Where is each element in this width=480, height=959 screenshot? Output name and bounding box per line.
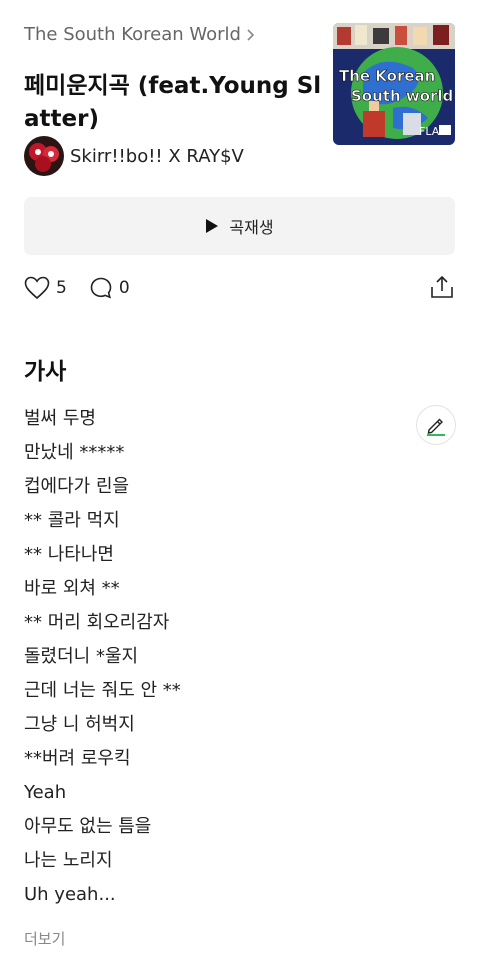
lyric-line: ** 머리 회오리감자 [24, 612, 170, 633]
lyric-line: Yeah [24, 782, 67, 803]
edit-lyrics-button[interactable] [416, 405, 456, 445]
comment-count: 0 [118, 278, 130, 298]
comment-icon [90, 277, 112, 299]
song-detail-page: The South Korean World 페미운지곡 (feat.Young… [0, 0, 480, 959]
artist-row[interactable]: Skirr!!bo!! X RAY$V [24, 136, 244, 176]
like-count: 5 [56, 278, 67, 298]
lyric-line: Uh yeah... [24, 884, 116, 905]
lyric-line: 그냥 니 허벅지 [24, 714, 135, 735]
lyric-line: 아무도 없는 틈을 [24, 816, 152, 837]
lyric-line: 근데 너는 줘도 안 ** [24, 680, 181, 701]
lyric-line: 바로 외쳐 ** [24, 578, 120, 599]
album-title: The South Korean World [24, 24, 241, 45]
lyric-line: 나는 노리지 [24, 850, 113, 871]
share-icon [431, 275, 453, 298]
play-button[interactable]: 곡재생 [24, 197, 455, 255]
artist-avatar [24, 136, 64, 176]
song-header: The South Korean World 페미운지곡 (feat.Young… [24, 22, 324, 136]
action-bar: 5 0 [24, 272, 455, 304]
play-icon [206, 219, 219, 233]
lyric-line: 만났네 ***** [24, 442, 125, 463]
like-button[interactable]: 5 [24, 276, 67, 300]
lyrics-body: 벌써 두명 만났네 ***** 컵에다가 린을 ** 콜라 먹지 ** 나타나면… [24, 402, 404, 912]
song-title: 페미운지곡 (feat.Young Slatter) [24, 73, 322, 132]
album-cover-art[interactable]: The Korean South world FLAC [333, 23, 455, 145]
lyric-line: 돌렸더니 *울지 [24, 646, 139, 667]
lyric-line: 벌써 두명 [24, 408, 96, 429]
lyric-line: ** 콜라 먹지 [24, 510, 120, 531]
heart-icon [24, 276, 50, 300]
share-button[interactable] [429, 274, 455, 304]
artist-name: Skirr!!bo!! X RAY$V [70, 145, 244, 167]
more-lyrics-link[interactable]: 더보기 [24, 928, 65, 949]
play-label: 곡재생 [229, 218, 274, 237]
cover-title-line2: South world [351, 87, 453, 105]
lyric-line: 컵에다가 린을 [24, 476, 130, 497]
comment-button[interactable]: 0 [89, 276, 130, 300]
lyrics-heading: 가사 [24, 359, 67, 385]
edit-lyrics-icon [427, 418, 445, 436]
chevron-right-icon [247, 29, 255, 41]
lyric-line: ** 나타나면 [24, 544, 114, 565]
cover-title-line1: The Korean [339, 67, 435, 85]
lyric-line: **버려 로우킥 [24, 748, 131, 769]
album-link[interactable]: The South Korean World [24, 22, 324, 48]
